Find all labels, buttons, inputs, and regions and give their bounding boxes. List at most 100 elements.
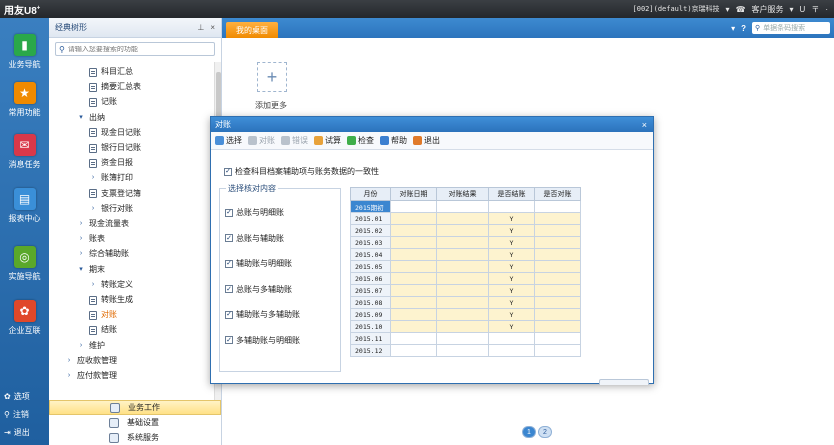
tree-item[interactable]: 支票登记簿 bbox=[89, 188, 141, 200]
chevron-down-icon[interactable]: ▾ bbox=[731, 24, 735, 33]
table-row[interactable]: 2015.04 Y bbox=[350, 248, 581, 261]
checkbox-icon[interactable]: ✓ bbox=[225, 310, 233, 319]
tree-item[interactable]: 结账 bbox=[89, 324, 117, 336]
nav-bottom-item[interactable]: ⇥ 退出 bbox=[4, 427, 30, 438]
tree-item[interactable]: 转账生成 bbox=[89, 294, 133, 306]
tree-item[interactable]: › 维护 bbox=[77, 340, 105, 352]
reconcile-option[interactable]: ✓ 总账与辅助账 bbox=[225, 233, 284, 244]
nav-item[interactable]: ▮ 业务导航 bbox=[0, 34, 49, 70]
page-dot-1[interactable]: 1 bbox=[522, 426, 536, 438]
tree-item[interactable]: 对账 bbox=[89, 309, 117, 321]
dialog-bottom-button[interactable] bbox=[599, 379, 649, 385]
nav-item[interactable]: ✿ 企业互联 bbox=[0, 300, 49, 336]
tree-item[interactable]: › 账表 bbox=[77, 233, 105, 245]
tree-item[interactable]: 记账 bbox=[89, 96, 117, 108]
bottom-menu-item[interactable]: 业务工作 bbox=[49, 400, 221, 415]
check-icon bbox=[347, 136, 356, 145]
table-row[interactable]: 2015.11 bbox=[350, 332, 581, 345]
column-header[interactable]: 对账结果 bbox=[436, 187, 489, 201]
nav-item[interactable]: ✉ 消息任务 bbox=[0, 134, 49, 170]
column-header[interactable]: 是否对账 bbox=[534, 187, 581, 201]
tab-my-desktop[interactable]: 我的桌面 bbox=[226, 22, 278, 38]
tree-search[interactable]: ⚲ bbox=[55, 42, 215, 56]
consistency-check[interactable]: ✓ 检查科目档案辅助项与账务数据的一致性 bbox=[224, 166, 379, 177]
toolbar-button[interactable]: 错误 bbox=[281, 135, 308, 146]
table-row[interactable]: 2015.10 Y bbox=[350, 320, 581, 333]
close-icon[interactable]: × bbox=[210, 23, 215, 32]
u-menu[interactable]: U bbox=[800, 5, 806, 14]
tree-item[interactable]: 现金日记账 bbox=[89, 127, 141, 139]
table-cell-result bbox=[436, 332, 489, 345]
toolbar-button[interactable]: 选择 bbox=[215, 135, 242, 146]
table-row[interactable]: 2015.01 Y bbox=[350, 212, 581, 225]
table-cell-result bbox=[436, 284, 489, 297]
add-more-tile[interactable]: + bbox=[257, 62, 287, 92]
tree-item[interactable]: ▾ 期末 bbox=[77, 264, 105, 276]
table-row[interactable]: 2015.07 Y bbox=[350, 284, 581, 297]
toolbar-button[interactable]: 试算 bbox=[314, 135, 341, 146]
tree-item[interactable]: 资金日报 bbox=[89, 157, 133, 169]
table-row[interactable]: 2015.12 bbox=[350, 344, 581, 357]
help-icon[interactable]: ? bbox=[741, 24, 746, 33]
nav-item[interactable]: ◎ 实施导航 bbox=[0, 246, 49, 282]
page-dot-2[interactable]: 2 bbox=[538, 426, 552, 438]
pin-icon[interactable]: ⊥ bbox=[197, 23, 204, 32]
checkbox-icon[interactable]: ✓ bbox=[224, 167, 232, 176]
table-row[interactable]: 2015.09 Y bbox=[350, 308, 581, 321]
table-row[interactable]: 2015期初 bbox=[350, 200, 581, 213]
toolbar-button[interactable]: 对账 bbox=[248, 135, 275, 146]
tree-item[interactable]: › 应付款管理 bbox=[65, 370, 117, 382]
reconcile-option[interactable]: ✓ 总账与明细账 bbox=[225, 207, 284, 218]
table-row[interactable]: 2015.05 Y bbox=[350, 260, 581, 273]
tree-item[interactable]: ▾ 出纳 bbox=[77, 112, 105, 124]
nav-bottom-item[interactable]: ⚲ 注销 bbox=[4, 409, 29, 420]
chevron-down-icon[interactable]: ▾ bbox=[790, 5, 794, 14]
tree-search-input[interactable] bbox=[67, 45, 208, 53]
checkbox-icon[interactable]: ✓ bbox=[225, 259, 233, 268]
dialog-close-button[interactable]: × bbox=[642, 120, 653, 130]
column-header[interactable]: 月份 bbox=[350, 187, 391, 201]
column-header[interactable]: 对账日期 bbox=[390, 187, 437, 201]
reconcile-option[interactable]: ✓ 总账与多辅助账 bbox=[225, 284, 292, 295]
table-cell-closed: Y bbox=[488, 308, 535, 321]
chevron-down-icon[interactable]: ▾ bbox=[726, 5, 730, 14]
menu-icon[interactable]: · bbox=[825, 5, 828, 14]
table-row[interactable]: 2015.03 Y bbox=[350, 236, 581, 249]
tree-item[interactable]: › 现金流量表 bbox=[77, 218, 129, 230]
headset-icon[interactable]: ☎ bbox=[736, 5, 746, 14]
column-header[interactable]: 是否结账 bbox=[488, 187, 535, 201]
toolbar-button[interactable]: 退出 bbox=[413, 135, 440, 146]
tree-item[interactable]: 摘要汇总表 bbox=[89, 81, 141, 93]
tree-item[interactable]: › 应收款管理 bbox=[65, 355, 117, 367]
checkbox-icon[interactable]: ✓ bbox=[225, 336, 233, 344]
nav-item[interactable]: ▤ 报表中心 bbox=[0, 188, 49, 224]
barcode-search[interactable]: ⚲ 单据条码搜索 bbox=[752, 22, 830, 34]
tree-item[interactable]: › 账簿打印 bbox=[89, 172, 133, 184]
toolbar-button[interactable]: 帮助 bbox=[380, 135, 407, 146]
minimize-icon[interactable]: 〒 bbox=[811, 4, 819, 15]
trial-icon bbox=[314, 136, 323, 145]
tree-item-label: 支票登记簿 bbox=[101, 188, 141, 198]
checkbox-icon[interactable]: ✓ bbox=[225, 285, 233, 293]
customer-service-menu[interactable]: 客户服务 bbox=[752, 4, 784, 15]
table-row[interactable]: 2015.08 Y bbox=[350, 296, 581, 309]
table-row[interactable]: 2015.06 Y bbox=[350, 272, 581, 285]
table-row[interactable]: 2015.02 Y bbox=[350, 224, 581, 237]
reconcile-option[interactable]: ✓ 辅助账与多辅助账 bbox=[225, 309, 300, 320]
document-icon bbox=[89, 128, 97, 138]
reconcile-option[interactable]: ✓ 辅助账与明细账 bbox=[225, 258, 292, 269]
bottom-menu-item[interactable]: 基础设置 bbox=[49, 415, 221, 430]
table-cell-date bbox=[390, 332, 437, 345]
tree-item[interactable]: › 综合辅助账 bbox=[77, 248, 129, 260]
toolbar-button[interactable]: 检查 bbox=[347, 135, 374, 146]
tree-item[interactable]: 科目汇总 bbox=[89, 66, 133, 78]
tree-item[interactable]: › 转账定义 bbox=[89, 279, 133, 291]
tree-item[interactable]: › 银行对账 bbox=[89, 203, 133, 215]
nav-item[interactable]: ★ 常用功能 bbox=[0, 82, 49, 118]
nav-bottom-item[interactable]: ✿ 选项 bbox=[4, 391, 30, 402]
tree-item[interactable]: 银行日记账 bbox=[89, 142, 141, 154]
bottom-menu-item[interactable]: 系统服务 bbox=[49, 430, 221, 445]
checkbox-icon[interactable]: ✓ bbox=[225, 234, 233, 242]
checkbox-icon[interactable]: ✓ bbox=[225, 208, 233, 217]
reconcile-option[interactable]: ✓ 多辅助账与明细账 bbox=[225, 335, 300, 346]
